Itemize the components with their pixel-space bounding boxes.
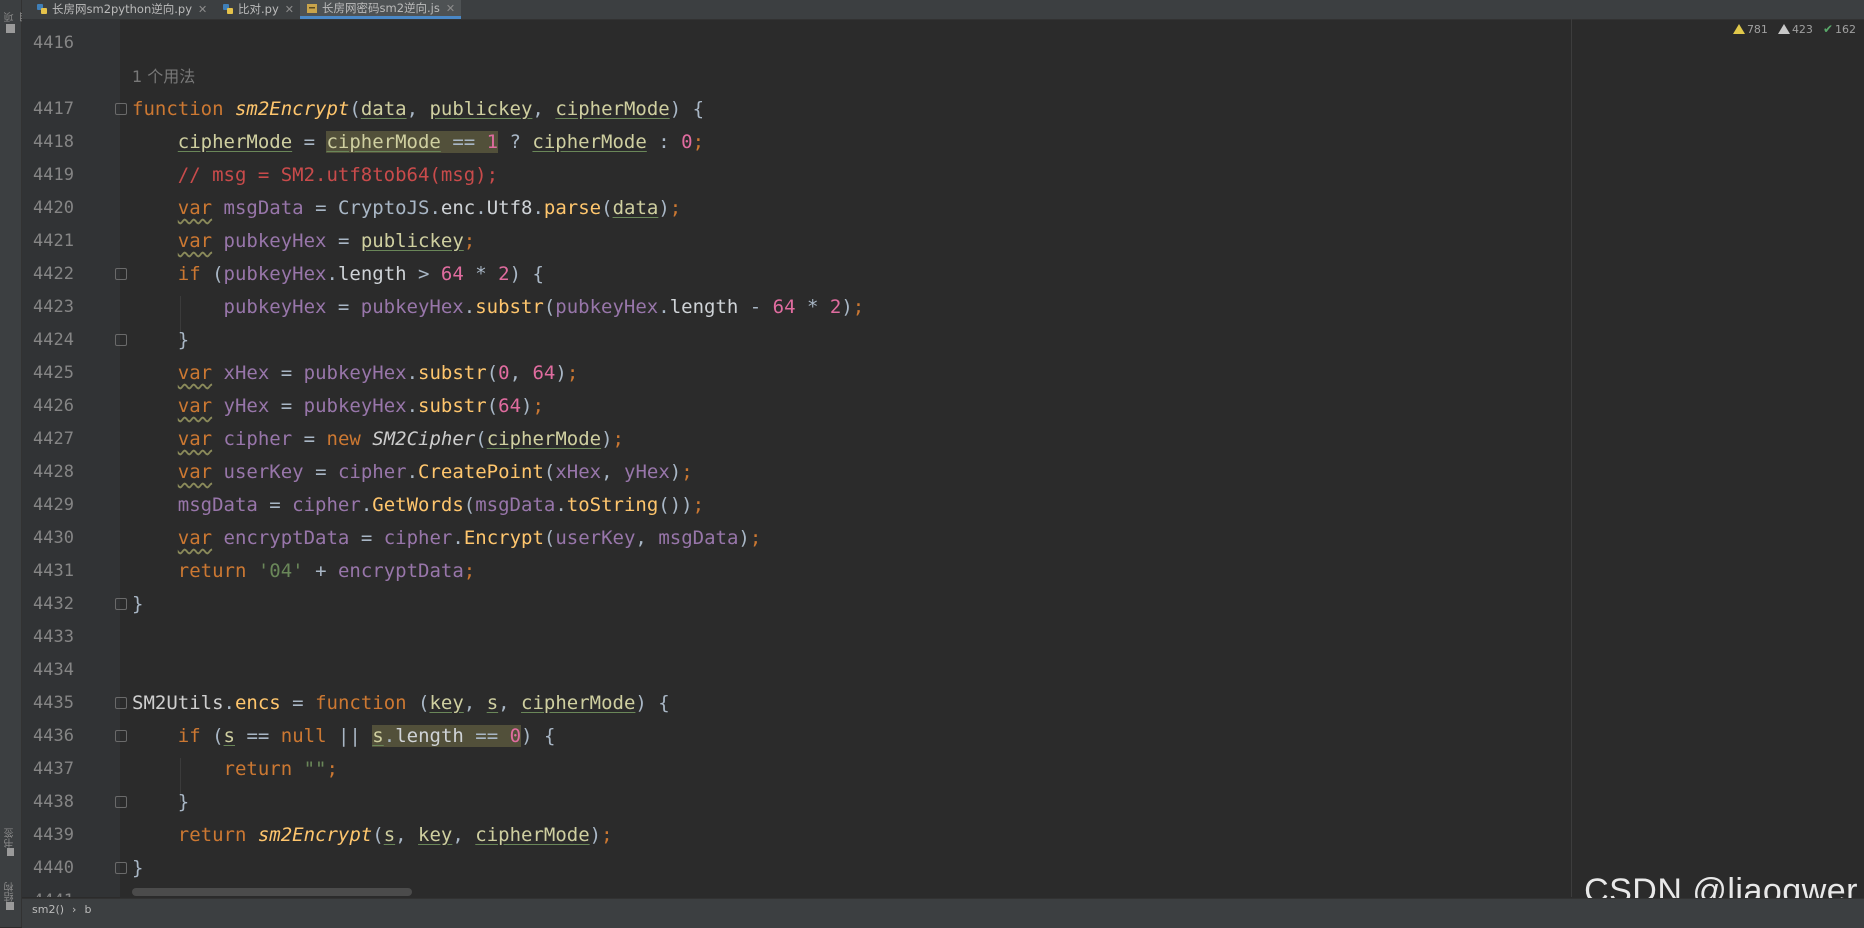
editor-tab-bar: 长房网sm2python逆向.py ✕ 比对.py ✕ 长房网密码sm2逆向.j…	[22, 0, 1864, 20]
code-line[interactable]: var yHex = pubkeyHex.substr(64);	[132, 390, 544, 423]
code-line[interactable]: function sm2Encrypt(data, publickey, cip…	[132, 93, 704, 126]
code-line[interactable]: return sm2Encrypt(s, key, cipherMode);	[132, 819, 613, 852]
code-line[interactable]: return "";	[132, 753, 338, 786]
structure-icon[interactable]	[6, 902, 14, 910]
fold-marker[interactable]	[115, 598, 127, 610]
line-number[interactable]: 4431	[22, 555, 74, 588]
structure-tool-label[interactable]: 结构	[3, 872, 19, 902]
code-line[interactable]: }	[132, 852, 143, 885]
code-line[interactable]: var msgData = CryptoJS.enc.Utf8.parse(da…	[132, 192, 681, 225]
warning-icon	[1732, 24, 1745, 34]
breadcrumb-separator: ›	[72, 903, 77, 916]
code-line[interactable]: pubkeyHex = pubkeyHex.substr(pubkeyHex.l…	[132, 291, 865, 324]
tab-sm2python[interactable]: 长房网sm2python逆向.py ✕	[30, 0, 213, 18]
project-tool-label[interactable]: 项目	[3, 4, 31, 22]
line-number[interactable]: 4435	[22, 687, 74, 720]
line-number[interactable]: 4437	[22, 753, 74, 786]
warnings-count[interactable]: 781	[1732, 22, 1768, 36]
weak-warning-icon	[1777, 24, 1790, 34]
line-number[interactable]: 4430	[22, 522, 74, 555]
code-line[interactable]: if (pubkeyHex.length > 64 * 2) {	[132, 258, 544, 291]
tab-compare[interactable]: 比对.py ✕	[216, 0, 300, 18]
code-line[interactable]: return '04' + encryptData;	[132, 555, 475, 588]
line-number[interactable]: 4416	[22, 27, 74, 60]
code-line[interactable]: var pubkeyHex = publickey;	[132, 225, 475, 258]
code-line[interactable]: SM2Utils.encs = function (key, s, cipher…	[132, 687, 670, 720]
line-number[interactable]: 4421	[22, 225, 74, 258]
line-number[interactable]: 4440	[22, 852, 74, 885]
line-number[interactable]: 4424	[22, 324, 74, 357]
line-number[interactable]: 4420	[22, 192, 74, 225]
line-number[interactable]: 4418	[22, 126, 74, 159]
code-line[interactable]: var encryptData = cipher.Encrypt(userKey…	[132, 522, 762, 555]
code-line[interactable]: cipherMode = cipherMode == 1 ? cipherMod…	[132, 126, 704, 159]
close-icon[interactable]: ✕	[198, 3, 207, 16]
fold-marker[interactable]	[115, 334, 127, 346]
line-number[interactable]: 4422	[22, 258, 74, 291]
line-number[interactable]: 4434	[22, 654, 74, 687]
code-line[interactable]: var userKey = cipher.CreatePoint(xHex, y…	[132, 456, 693, 489]
fold-marker[interactable]	[115, 796, 127, 808]
line-number[interactable]: 4439	[22, 819, 74, 852]
fold-marker[interactable]	[115, 862, 127, 874]
javascript-file-icon	[306, 2, 318, 14]
line-number[interactable]: 4436	[22, 720, 74, 753]
left-tool-strip: 项目 书签 结构	[0, 0, 31, 927]
line-number[interactable]: 4427	[22, 423, 74, 456]
line-number[interactable]: 4433	[22, 621, 74, 654]
code-line[interactable]: msgData = cipher.GetWords(msgData.toStri…	[132, 489, 704, 522]
usage-hint[interactable]: 1 个用法	[132, 60, 195, 93]
bookmark-icon[interactable]	[7, 848, 14, 856]
line-number[interactable]: 4429	[22, 489, 74, 522]
breadcrumb-bar: sm2() › b	[22, 898, 1864, 928]
line-number[interactable]: 4417	[22, 93, 74, 126]
code-line[interactable]: // msg = SM2.utf8tob64(msg);	[132, 159, 498, 192]
fold-marker[interactable]	[115, 697, 127, 709]
breadcrumb-item-b[interactable]: b	[84, 903, 91, 916]
line-number[interactable]: 4419	[22, 159, 74, 192]
code-line[interactable]: }	[132, 786, 189, 819]
fold-marker[interactable]	[115, 730, 127, 742]
horizontal-scrollbar[interactable]	[132, 888, 412, 896]
python-file-icon	[36, 3, 48, 15]
code-line[interactable]: var cipher = new SM2Cipher(cipherMode);	[132, 423, 624, 456]
line-number[interactable]: 4432	[22, 588, 74, 621]
tab-label: 比对.py	[238, 2, 279, 16]
line-number[interactable]: 4426	[22, 390, 74, 423]
inspection-widget[interactable]: 781 423 ✔ 162	[1732, 22, 1856, 36]
line-number[interactable]: 4441	[22, 885, 74, 897]
checkmark-icon: ✔	[1822, 22, 1833, 36]
code-line[interactable]: }	[132, 324, 189, 357]
line-number[interactable]: 4423	[22, 291, 74, 324]
tab-sm2-js[interactable]: 长房网密码sm2逆向.js ✕	[300, 0, 462, 19]
tab-label: 长房网密码sm2逆向.js	[322, 1, 440, 15]
line-number[interactable]: 4438	[22, 786, 74, 819]
breadcrumb-item-sm2[interactable]: sm2()	[32, 903, 64, 916]
line-number[interactable]: 4425	[22, 357, 74, 390]
tab-label: 长房网sm2python逆向.py	[52, 2, 192, 16]
close-icon[interactable]: ✕	[285, 3, 294, 16]
ok-count[interactable]: ✔ 162	[1823, 22, 1856, 36]
line-number[interactable]: 4428	[22, 456, 74, 489]
fold-marker[interactable]	[115, 103, 127, 115]
weak-warnings-count[interactable]: 423	[1777, 22, 1813, 36]
close-icon[interactable]: ✕	[446, 2, 455, 15]
code-line[interactable]: }	[132, 588, 143, 621]
fold-marker[interactable]	[115, 268, 127, 280]
python-file-icon	[222, 3, 234, 15]
project-folder-icon[interactable]	[6, 24, 15, 33]
code-line[interactable]: var xHex = pubkeyHex.substr(0, 64);	[132, 357, 579, 390]
bookmarks-tool-label[interactable]: 书签	[3, 818, 19, 848]
right-margin-guide	[1571, 19, 1572, 897]
breadcrumb: sm2() › b	[32, 903, 91, 916]
code-line[interactable]: if (s == null || s.length == 0) {	[132, 720, 555, 753]
